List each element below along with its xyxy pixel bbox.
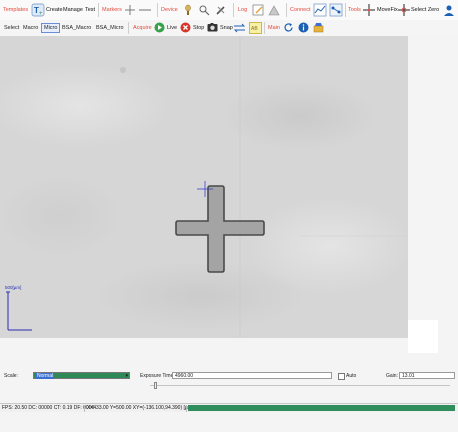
ribbon-row-1: Templates T + Create Manage Test Markers … — [0, 0, 458, 21]
auto-adjust-icon[interactable]: AB — [249, 22, 262, 34]
acquire-group-label: Acquire — [133, 25, 152, 31]
test-button[interactable]: Test — [85, 7, 95, 13]
markers-group-label: Markers — [102, 7, 122, 13]
auto-label: Auto — [346, 373, 357, 379]
microscope-icon[interactable] — [181, 3, 195, 17]
camera-view[interactable]: 500[µm] — [0, 36, 408, 338]
live-button[interactable]: Live — [165, 23, 179, 33]
toolbar-divider — [128, 22, 129, 34]
tools-dropdown-icon[interactable] — [197, 3, 211, 17]
status-coordinates: X=433.00 Y=500.00 XY=(-136.100,94.390) [… — [87, 405, 194, 411]
manage-button[interactable]: Manage — [63, 7, 83, 13]
scale-bar-label: 500[µm] — [5, 285, 22, 290]
select-zero-crosshair-icon[interactable] — [397, 3, 411, 17]
scale-label: Scale: — [4, 373, 18, 379]
scale-select[interactable]: Normal ▾ — [33, 372, 130, 379]
create-button[interactable]: Create — [46, 7, 63, 13]
shop-cart-icon[interactable] — [313, 22, 324, 33]
stop-button[interactable]: Stop — [191, 23, 206, 33]
micro-tab[interactable]: Micro — [41, 23, 61, 33]
exposure-slider-thumb[interactable] — [154, 382, 157, 389]
status-divider — [186, 405, 187, 412]
swap-arrows-icon[interactable] — [233, 22, 246, 34]
info-icon[interactable] — [298, 22, 309, 33]
crosshair-marker-icon[interactable] — [123, 3, 137, 17]
snap-camera-icon[interactable] — [207, 22, 218, 33]
ribbon-divider — [157, 3, 158, 17]
log-group-label: Log — [238, 7, 248, 13]
user-icon[interactable] — [442, 3, 456, 17]
wrench-icon[interactable] — [214, 3, 228, 17]
ribbon-divider — [98, 3, 99, 17]
svg-text:+: + — [39, 11, 43, 17]
status-divider — [84, 405, 85, 412]
progress-bar — [188, 405, 455, 411]
toolbar-divider — [264, 22, 265, 34]
exposure-input[interactable]: 4960.00 — [172, 372, 332, 379]
bsa-macro-tab[interactable]: BSA_Macro — [60, 23, 93, 33]
main-group-label: Main — [268, 25, 280, 31]
bsa-micro-tab[interactable]: BSA_Micro — [94, 23, 126, 33]
scale-selected-value: Normal — [36, 373, 55, 379]
ribbon-divider — [345, 3, 346, 17]
connect-network-icon[interactable] — [329, 3, 343, 17]
stop-icon[interactable] — [180, 22, 191, 33]
svg-text:AB: AB — [251, 26, 258, 32]
preview-box — [408, 320, 438, 353]
create-template-icon[interactable]: T + — [31, 3, 45, 17]
select-tab[interactable]: Select — [2, 23, 21, 33]
connect-group-label: Connect — [290, 7, 311, 13]
live-play-icon[interactable] — [154, 22, 165, 33]
chevron-down-icon[interactable]: ▾ — [125, 373, 128, 379]
log-edit-icon[interactable] — [251, 3, 265, 17]
connect-chart-icon[interactable] — [313, 3, 327, 17]
select-zero-button[interactable]: Select Zero — [411, 7, 439, 13]
auto-checkbox[interactable] — [338, 373, 345, 380]
fiducial-cross-mark — [175, 185, 265, 273]
exposure-slider-track[interactable] — [150, 385, 450, 386]
gain-input[interactable]: 13.01 — [399, 372, 455, 379]
tools-group-label: Tools — [348, 7, 361, 13]
templates-group-label: Templates — [3, 7, 29, 13]
ribbon-divider — [286, 3, 287, 17]
line-marker-icon[interactable] — [138, 3, 152, 17]
window-footer — [0, 412, 458, 432]
device-group-label: Device — [161, 7, 178, 13]
log-mountain-icon[interactable] — [267, 3, 281, 17]
target-cursor-icon — [197, 181, 213, 197]
status-fps: FPS: 20.50 DC: 00000 CT: 0.19 DF: 0000 — [2, 405, 95, 411]
refresh-icon[interactable] — [283, 22, 294, 33]
exposure-label: Exposure Time: — [140, 373, 175, 379]
ribbon-divider — [233, 3, 234, 17]
movefix-button[interactable]: MoveFix — [377, 7, 398, 13]
right-panel — [408, 36, 458, 338]
macro-tab[interactable]: Macro — [21, 23, 40, 33]
gain-label: Gain: — [386, 373, 398, 379]
movefix-crosshair-icon[interactable] — [362, 3, 376, 17]
scale-bar-graphic — [6, 291, 32, 331]
ribbon-row-2: Select Macro Micro BSA_Macro BSA_Micro A… — [0, 20, 458, 37]
